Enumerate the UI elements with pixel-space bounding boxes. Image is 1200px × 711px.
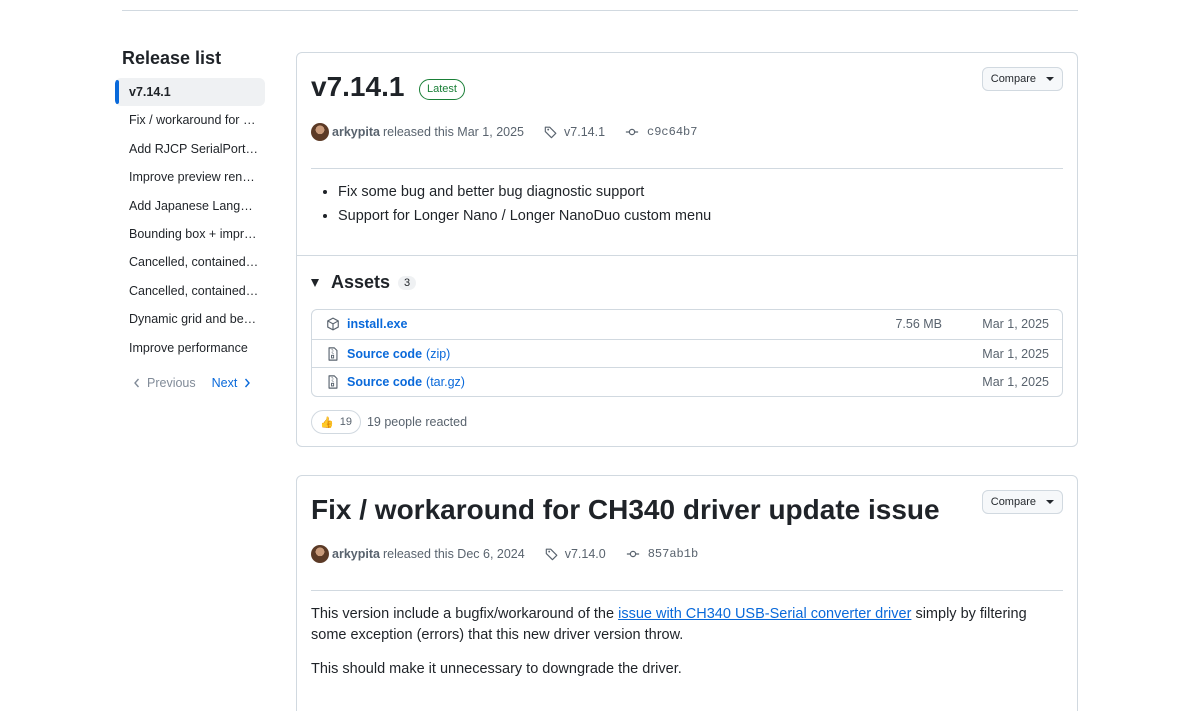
reactions: 👍 19 19 people reacted bbox=[311, 410, 467, 434]
release-list-title: Release list bbox=[122, 48, 222, 68]
author-link[interactable]: arkypita bbox=[332, 547, 380, 561]
asset-suffix: (zip) bbox=[426, 346, 451, 361]
asset-link[interactable]: Source code (tar.gz) bbox=[347, 375, 465, 389]
sidebar-item-release[interactable]: Dynamic grid and better bbox=[115, 305, 265, 333]
pagination: Previous Next bbox=[115, 376, 265, 390]
reactions-summary: 19 people reacted bbox=[366, 415, 468, 429]
body-paragraph: This version include a bugfix/workaround… bbox=[311, 604, 1037, 646]
assets-list: install.exe 7.56 MB Mar 1, 2025 Source c… bbox=[311, 309, 1063, 398]
top-divider bbox=[122, 10, 1078, 11]
release-body: This version include a bugfix/workaround… bbox=[311, 604, 1037, 693]
compare-button[interactable]: Compare bbox=[981, 490, 1063, 514]
asset-row: Source code (tar.gz) Mar 1, 2025 bbox=[312, 367, 1062, 396]
avatar[interactable] bbox=[311, 123, 329, 141]
next-button[interactable]: Next bbox=[212, 376, 252, 390]
asset-name: Source code bbox=[347, 375, 423, 390]
reaction-count: 19 bbox=[339, 416, 352, 428]
chevron-right-icon bbox=[245, 378, 251, 388]
sidebar-item-release[interactable]: Improve preview rendering bbox=[115, 163, 265, 191]
divider bbox=[297, 255, 1077, 256]
release-meta: arkypita released this Mar 1, 2025 v7.14… bbox=[311, 123, 697, 141]
caret-down-icon bbox=[1046, 500, 1054, 504]
commit-hash: c9c64b7 bbox=[647, 125, 698, 139]
assets-toggle[interactable]: Assets 3 bbox=[311, 272, 417, 293]
asset-date: Mar 1, 2025 bbox=[982, 317, 1049, 332]
previous-button: Previous bbox=[133, 376, 196, 390]
git-commit-icon bbox=[626, 550, 639, 558]
released-date: released this Mar 1, 2025 bbox=[382, 125, 525, 139]
sidebar-item-release[interactable]: Cancelled, contained in next release bbox=[115, 248, 265, 276]
sidebar-item-release[interactable]: Cancelled, contained in next release bbox=[115, 277, 265, 305]
git-commit-icon bbox=[625, 128, 639, 136]
asset-name: Source code bbox=[347, 346, 423, 361]
issue-link[interactable]: issue with CH340 USB-Serial converter dr… bbox=[618, 606, 911, 622]
author-link[interactable]: arkypita bbox=[332, 125, 380, 139]
note-item: Support for Longer Nano / Longer NanoDuo… bbox=[338, 204, 711, 228]
tag-icon bbox=[544, 126, 557, 139]
commit-link[interactable]: c9c64b7 bbox=[625, 125, 697, 139]
compare-label: Compare bbox=[990, 73, 1036, 85]
body-paragraph: This should make it unnecessary to downg… bbox=[311, 661, 682, 677]
sidebar-item-release[interactable]: Improve performance bbox=[115, 334, 265, 362]
commit-hash: 857ab1b bbox=[647, 547, 699, 561]
commit-link[interactable]: 857ab1b bbox=[626, 547, 698, 561]
sidebar-item-release[interactable]: v7.14.1 bbox=[115, 78, 265, 107]
caret-down-icon bbox=[1046, 77, 1054, 81]
release-list-sidebar: Release list v7.14.1 Fix / workaround fo… bbox=[115, 46, 265, 390]
thumbs-up-reaction-button[interactable]: 👍 19 bbox=[311, 410, 361, 434]
release-title[interactable]: Fix / workaround for CH340 driver update… bbox=[311, 494, 940, 526]
sidebar-item-release[interactable]: Add RJCP SerialPortStream bbox=[115, 135, 265, 163]
avatar[interactable] bbox=[311, 545, 329, 563]
tag-label: v7.14.0 bbox=[564, 547, 606, 561]
assets-count-badge: 3 bbox=[398, 275, 417, 290]
note-item: Fix some bug and better bug diagnostic s… bbox=[338, 180, 711, 204]
divider bbox=[311, 168, 1063, 169]
release-list: v7.14.1 Fix / workaround for CH340 drive… bbox=[115, 78, 265, 362]
release-meta: arkypita released this Dec 6, 2024 v7.14… bbox=[311, 545, 698, 563]
latest-badge: Latest bbox=[419, 79, 465, 100]
release-card: Fix / workaround for CH340 driver update… bbox=[296, 475, 1078, 711]
asset-date: Mar 1, 2025 bbox=[982, 375, 1049, 390]
chevron-left-icon bbox=[134, 378, 140, 388]
next-label: Next bbox=[211, 375, 238, 390]
sidebar-item-release[interactable]: Add Japanese Language bbox=[115, 192, 265, 220]
tag-label: v7.14.1 bbox=[564, 125, 606, 139]
asset-row: install.exe 7.56 MB Mar 1, 2025 bbox=[312, 310, 1062, 339]
asset-link[interactable]: Source code (zip) bbox=[347, 347, 450, 361]
tag-link[interactable]: v7.14.1 bbox=[544, 125, 605, 139]
release-title[interactable]: v7.14.1 bbox=[311, 71, 404, 103]
tag-link[interactable]: v7.14.0 bbox=[545, 547, 606, 561]
divider bbox=[311, 590, 1063, 591]
body-text-segment: This version include a bugfix/workaround… bbox=[311, 606, 619, 622]
asset-link[interactable]: install.exe bbox=[347, 317, 407, 331]
release-notes: Fix some bug and better bug diagnostic s… bbox=[311, 180, 711, 228]
file-zip-icon bbox=[328, 375, 338, 389]
thumbs-up-icon: 👍 bbox=[320, 416, 334, 429]
asset-date: Mar 1, 2025 bbox=[982, 346, 1049, 361]
asset-size: 7.56 MB bbox=[895, 317, 942, 332]
sidebar-item-release[interactable]: Fix / workaround for CH340 driver update… bbox=[115, 106, 265, 134]
compare-button[interactable]: Compare bbox=[981, 67, 1063, 91]
released-date: released this Dec 6, 2024 bbox=[382, 547, 525, 561]
package-icon bbox=[327, 317, 339, 331]
file-zip-icon bbox=[328, 346, 338, 361]
asset-suffix: (tar.gz) bbox=[426, 375, 465, 390]
compare-label: Compare bbox=[990, 496, 1036, 508]
sidebar-item-release[interactable]: Bounding box + improvements bbox=[115, 220, 265, 248]
asset-row: Source code (zip) Mar 1, 2025 bbox=[312, 338, 1062, 368]
tag-icon bbox=[545, 548, 558, 561]
previous-label: Previous bbox=[147, 375, 196, 390]
release-card: v7.14.1 Latest Compare arkypita released… bbox=[296, 52, 1078, 447]
assets-title: Assets bbox=[331, 272, 391, 292]
triangle-down-icon bbox=[311, 278, 319, 287]
